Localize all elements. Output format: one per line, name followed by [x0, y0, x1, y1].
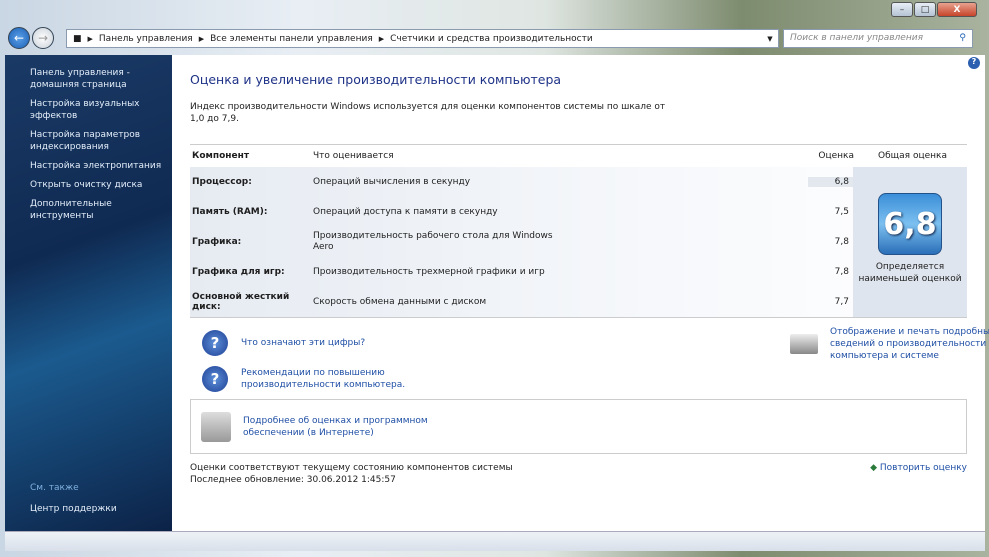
row-what: Скорость обмена данными с диском: [313, 296, 487, 307]
status-text: Оценки соответствуют текущему состоянию …: [190, 463, 513, 473]
header-score: Оценка: [818, 151, 854, 161]
overall-score-badge: 6,8: [878, 193, 942, 255]
row-component: Графика:: [192, 237, 242, 247]
question-icon: ?: [202, 366, 228, 392]
folder-icon: ■: [73, 33, 82, 44]
forward-button[interactable]: →: [32, 27, 54, 49]
link-what-numbers[interactable]: ? Что означают эти цифры?: [202, 330, 365, 356]
see-also-label: См. также: [30, 483, 79, 493]
rerun-assessment-link[interactable]: ◆ Повторить оценку: [870, 462, 967, 474]
link-label[interactable]: Что означают эти цифры?: [241, 337, 365, 349]
sidebar-item-advanced-tools[interactable]: Дополнительные инструменты: [30, 198, 172, 222]
link-label[interactable]: Отображение и печать подробных сведений …: [830, 326, 989, 362]
footer: Оценки соответствуют текущему состоянию …: [190, 462, 967, 486]
row-score: 7,5: [834, 207, 849, 217]
row-what: Операций вычисления в секунду: [313, 176, 471, 187]
sidebar-item-action-center[interactable]: Центр поддержки: [30, 503, 117, 515]
row-what: Производительность рабочего стола для Wi…: [313, 231, 553, 252]
row-what: Операций доступа к памяти в секунду: [313, 206, 498, 217]
breadcrumb-item[interactable]: Панель управления: [99, 34, 193, 44]
help-icon[interactable]: ?: [968, 57, 980, 69]
breadcrumb-item[interactable]: Счетчики и средства производительности: [390, 34, 593, 44]
sidebar-item-visual-effects[interactable]: Настройка визуальных эффектов: [30, 98, 172, 122]
table-row: Основной жесткий диск: Скорость обмена да…: [190, 287, 967, 317]
page-title: Оценка и увеличение производительности к…: [190, 72, 562, 87]
row-what: Производительность трехмерной графики и …: [313, 266, 545, 277]
link-tips[interactable]: ? Рекомендации по повышению производитель…: [202, 366, 411, 392]
header-what: Что оценивается: [313, 150, 394, 161]
more-info-box: Подробнее об оценках и программном обесп…: [190, 399, 967, 454]
navigation: ← →: [8, 27, 54, 49]
breadcrumb-item[interactable]: Все элементы панели управления: [210, 34, 373, 44]
sidebar: Панель управления - домашняя страница На…: [5, 55, 172, 531]
overall-score-panel: 6,8 Определяется наименьшей оценкой: [853, 167, 967, 317]
search-icon[interactable]: ⚲: [959, 33, 966, 44]
link-print-details[interactable]: Отображение и печать подробных сведений …: [790, 326, 989, 362]
close-button[interactable]: X: [937, 2, 977, 17]
printer-icon: [790, 334, 818, 354]
score-table: Компонент Что оценивается Оценка Общая о…: [190, 144, 967, 317]
header-component: Компонент: [192, 151, 250, 161]
software-icon: [201, 411, 231, 442]
sidebar-item-indexing[interactable]: Настройка параметров индексирования: [30, 129, 172, 153]
sidebar-item-home[interactable]: Панель управления - домашняя страница: [30, 67, 172, 91]
table-header: Компонент Что оценивается Оценка Общая о…: [190, 145, 967, 167]
window-controls: – □ X: [890, 2, 977, 17]
back-button[interactable]: ←: [8, 27, 30, 49]
sidebar-item-disk-cleanup[interactable]: Открыть очистку диска: [30, 179, 172, 191]
status-bar: [5, 531, 985, 551]
rerun-label[interactable]: Повторить оценку: [880, 463, 967, 473]
row-component: Графика для игр:: [192, 267, 285, 277]
last-update: Последнее обновление: 30.06.2012 1:45:57: [190, 475, 396, 485]
question-icon: ?: [202, 330, 228, 356]
table-row: Графика для игр: Производительность трехм…: [190, 257, 967, 287]
maximize-button[interactable]: □: [914, 2, 936, 17]
row-component: Процессор:: [192, 177, 252, 187]
link-more-online[interactable]: Подробнее об оценках и программном обесп…: [243, 415, 443, 439]
address-bar[interactable]: ■ ▶ Панель управления ▶ Все элементы панел…: [66, 29, 779, 48]
chevron-down-icon[interactable]: ▼: [762, 35, 778, 43]
table-row: Память (RAM): Операций доступа к памяти в…: [190, 197, 967, 227]
link-label[interactable]: Рекомендации по повышению производительн…: [241, 367, 411, 391]
row-score: 6,8: [808, 177, 853, 187]
search-placeholder: Поиск в панели управления: [790, 33, 923, 43]
row-score: 7,8: [834, 237, 849, 247]
row-component: Основной жесткий диск:: [192, 292, 290, 312]
shield-icon: ◆: [870, 463, 877, 473]
table-row: Графика: Производительность рабочего стол…: [190, 227, 967, 257]
links-section: ? Что означают эти цифры? ? Рекомендации п…: [190, 317, 989, 399]
overall-note: Определяется наименьшей оценкой: [858, 262, 962, 284]
header-overall: Общая оценка: [878, 151, 947, 161]
row-score: 7,8: [834, 267, 849, 277]
main-content: ? Оценка и увеличение производительности…: [172, 55, 989, 531]
minimize-button[interactable]: –: [891, 2, 913, 17]
table-row: Процессор: Операций вычисления в секунду 6…: [190, 167, 967, 197]
search-input[interactable]: Поиск в панели управления ⚲: [783, 29, 973, 48]
intro-text: Индекс производительности Windows исполь…: [190, 102, 666, 124]
row-component: Память (RAM):: [192, 207, 268, 217]
sidebar-item-power[interactable]: Настройка электропитания: [30, 160, 172, 172]
row-score: 7,7: [834, 297, 849, 307]
